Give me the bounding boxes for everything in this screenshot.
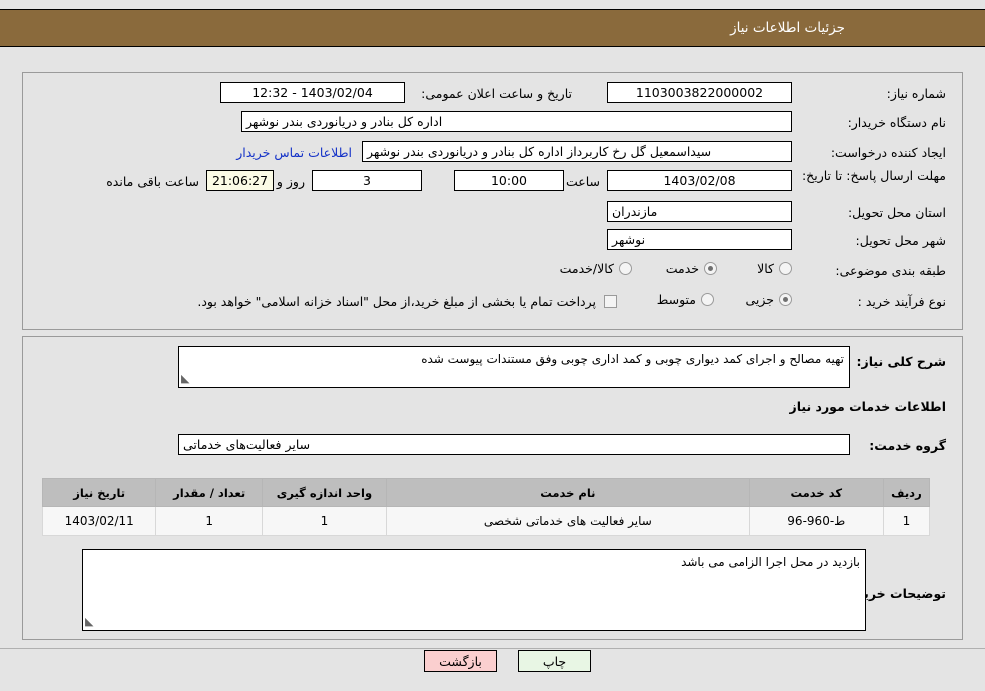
service-group-value: سایر فعالیت‌های خدماتی xyxy=(178,434,850,455)
radio-dot-motevaset[interactable] xyxy=(701,293,714,306)
buyer-org-value: اداره کل بنادر و دریانوردی بندر نوشهر xyxy=(241,111,792,132)
radio-label-kala: کالا xyxy=(757,261,774,276)
page-title: جزئیات اطلاعات نیاز xyxy=(730,20,845,36)
need-description-label: شرح کلی نیاز: xyxy=(856,354,946,369)
treasury-note: پرداخت تمام یا بخشی از مبلغ خرید،از محل … xyxy=(197,294,596,309)
city-label: شهر محل تحویل: xyxy=(855,233,946,248)
announce-datetime-label: تاریخ و ساعت اعلان عمومی: xyxy=(421,86,572,101)
province-value: مازندران xyxy=(607,201,792,222)
radio-category-kala-khedmat[interactable]: کالا/خدمت xyxy=(560,261,632,276)
requester-label: ایجاد کننده درخواست: xyxy=(830,145,946,160)
requester-value: سیداسمعیل گل رخ کاربرداز اداره کل بنادر … xyxy=(362,141,792,162)
radio-label-kala-khedmat: کالا/خدمت xyxy=(559,261,614,276)
remaining-hours-label: ساعت باقی مانده xyxy=(106,174,199,189)
page-root: AriaTender.net جزئیات اطلاعات نیاز شماره… xyxy=(0,0,985,691)
services-table: ردیف کد خدمت نام خدمت واحد اندازه گیری ت… xyxy=(41,478,931,536)
col-quantity: تعداد / مقدار xyxy=(155,478,263,507)
buyer-notes-resize-grip-icon[interactable]: ◢ xyxy=(85,614,93,631)
province-label: استان محل تحویل: xyxy=(847,205,946,220)
table-header-row: ردیف کد خدمت نام خدمت واحد اندازه گیری ت… xyxy=(41,478,931,507)
col-name: نام خدمت xyxy=(386,478,750,507)
radio-process-motevaset[interactable]: متوسط xyxy=(657,292,714,307)
cell-name: سایر فعالیت های خدماتی شخصی xyxy=(386,506,750,536)
countdown-value: 21:06:27 xyxy=(206,170,274,191)
buyer-notes-textarea[interactable]: بازدید در محل اجرا الزامی می باشد ◢ xyxy=(82,549,866,631)
days-label: روز و xyxy=(276,174,305,189)
col-radif: ردیف xyxy=(882,478,931,507)
col-unit: واحد اندازه گیری xyxy=(261,478,388,507)
radio-label-khedmat: خدمت xyxy=(665,261,699,276)
cell-code: ط-960-96 xyxy=(748,506,884,536)
radio-dot-kala[interactable] xyxy=(779,262,792,275)
cell-date: 1403/02/11 xyxy=(41,506,157,536)
need-description-textarea[interactable]: تهیه مصالح و اجرای کمد دیواری چوبی و کمد… xyxy=(178,346,850,388)
buyer-notes-value: بازدید در محل اجرا الزامی می باشد xyxy=(681,555,860,569)
radio-label-jozei: جزیی xyxy=(745,292,774,307)
table-row: 1 ط-960-96 سایر فعالیت های خدماتی شخصی 1… xyxy=(41,506,931,536)
need-summary-panel: شماره نیاز: 1103003822000002 تاریخ و ساع… xyxy=(22,72,963,330)
service-group-label: گروه خدمت: xyxy=(869,438,946,453)
services-info-heading: اطلاعات خدمات مورد نیاز xyxy=(789,399,947,414)
days-remaining-value: 3 xyxy=(312,170,422,191)
buyer-org-label: نام دستگاه خریدار: xyxy=(847,115,946,130)
radio-category-khedmat[interactable]: خدمت xyxy=(666,261,717,276)
cell-quantity: 1 xyxy=(155,506,263,536)
category-label: طبقه بندی موضوعی: xyxy=(835,263,946,278)
resize-grip-icon[interactable]: ◢ xyxy=(181,371,189,388)
radio-label-motevaset: متوسط xyxy=(656,292,696,307)
print-button[interactable]: چاپ xyxy=(518,650,591,672)
buyer-contact-link[interactable]: اطلاعات تماس خریدار xyxy=(236,145,352,160)
radio-dot-jozei[interactable] xyxy=(779,293,792,306)
cell-radif: 1 xyxy=(882,506,931,536)
page-header: جزئیات اطلاعات نیاز xyxy=(0,9,985,47)
deadline-time-label: ساعت xyxy=(565,174,600,189)
radio-dot-kala-khedmat[interactable] xyxy=(619,262,632,275)
need-description-value: تهیه مصالح و اجرای کمد دیواری چوبی و کمد… xyxy=(421,352,844,366)
city-value: نوشهر xyxy=(607,229,792,250)
process-type-label: نوع فرآیند خرید : xyxy=(857,294,946,309)
treasury-checkbox[interactable] xyxy=(604,295,617,308)
announce-datetime-value: 1403/02/04 - 12:32 xyxy=(220,82,405,103)
deadline-date-value: 1403/02/08 xyxy=(607,170,792,191)
radio-process-jozei[interactable]: جزیی xyxy=(745,292,792,307)
need-number-label: شماره نیاز: xyxy=(886,86,946,101)
footer-divider xyxy=(0,648,985,649)
col-date: تاریخ نیاز xyxy=(41,478,157,507)
back-button[interactable]: بازگشت xyxy=(424,650,497,672)
radio-dot-khedmat[interactable] xyxy=(704,262,717,275)
need-number-value: 1103003822000002 xyxy=(607,82,792,103)
cell-unit: 1 xyxy=(261,506,388,536)
radio-category-kala[interactable]: کالا xyxy=(757,261,792,276)
col-code: کد خدمت xyxy=(748,478,884,507)
deadline-label: مهلت ارسال پاسخ: تا تاریخ: xyxy=(801,168,946,183)
deadline-time-value: 10:00 xyxy=(454,170,564,191)
